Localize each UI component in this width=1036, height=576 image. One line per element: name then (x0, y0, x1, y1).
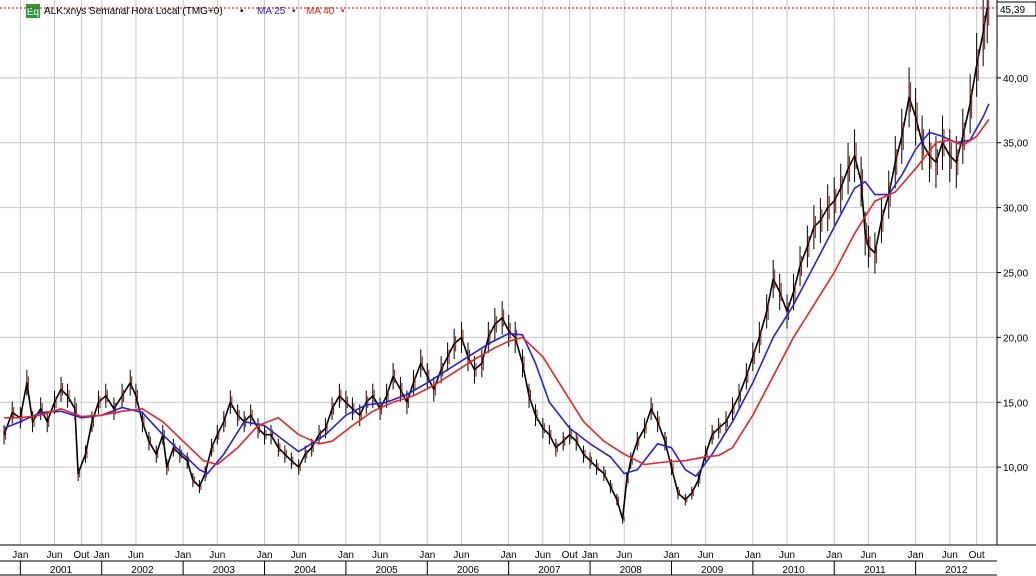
x-month-label: Jun (860, 550, 876, 561)
x-month-label: Jun (942, 550, 958, 561)
x-month-label: Jun (779, 550, 795, 561)
x-year-label: 2007 (538, 565, 561, 576)
y-tick-label: 20,00 (1003, 333, 1028, 344)
chart-background (0, 0, 1036, 576)
x-month-label: Jan (745, 550, 761, 561)
x-year-label: 2008 (620, 565, 643, 576)
equity-badge-text: Eq (27, 7, 39, 18)
y-tick-label: 35,00 (1003, 139, 1028, 150)
x-month-label: Jan (826, 550, 842, 561)
x-month-label: Jan (908, 550, 924, 561)
x-month-label: Jun (372, 550, 388, 561)
x-month-label: Jan (663, 550, 679, 561)
x-month-label: Jun (46, 550, 62, 561)
last-price-label: 45,39 (1000, 5, 1025, 16)
price-chart[interactable]: 10,00 15,00 20,00 25,00 30,00 35,00 40,00 Jan Ju… (0, 0, 1036, 576)
x-month-label: Jan (94, 550, 110, 561)
x-month-label: Out (969, 550, 985, 561)
y-tick-label: 25,00 (1003, 269, 1028, 280)
x-year-label: 2006 (457, 565, 480, 576)
x-year-label: 2001 (50, 565, 73, 576)
x-year-label: 2011 (864, 565, 886, 576)
x-year-label: 2002 (131, 565, 154, 576)
x-month-label: Jun (535, 550, 551, 561)
chart-svg: 10,00 15,00 20,00 25,00 30,00 35,00 40,00 Jan Ju… (0, 0, 1036, 576)
x-month-label: Jun (128, 550, 144, 561)
x-month-label: Jan (175, 550, 191, 561)
x-month-label: Jun (453, 550, 469, 561)
x-year-label: 2003 (213, 565, 236, 576)
x-month-label: Jun (209, 550, 225, 561)
x-month-label: Jan (501, 550, 517, 561)
x-month-label: Jun (698, 550, 714, 561)
y-tick-label: 40,00 (1003, 74, 1028, 85)
x-year-label: 2012 (945, 565, 968, 576)
x-month-label: Out (73, 550, 89, 561)
y-tick-label: 10,00 (1003, 463, 1028, 474)
x-month-label: Out (562, 550, 578, 561)
x-month-label: Jan (256, 550, 272, 561)
x-month-label: Jun (616, 550, 632, 561)
x-month-label: Jan (582, 550, 598, 561)
x-year-label: 2004 (294, 565, 317, 576)
x-month-label: Jan (419, 550, 435, 561)
x-year-label: 2010 (782, 565, 805, 576)
x-year-label: 2009 (701, 565, 724, 576)
x-month-label: Jan (338, 550, 354, 561)
x-year-label: 2005 (375, 565, 398, 576)
x-month-label: Jun (291, 550, 307, 561)
x-month-label: Jan (12, 550, 28, 561)
y-tick-label: 15,00 (1003, 398, 1028, 409)
y-tick-label: 30,00 (1003, 204, 1028, 215)
